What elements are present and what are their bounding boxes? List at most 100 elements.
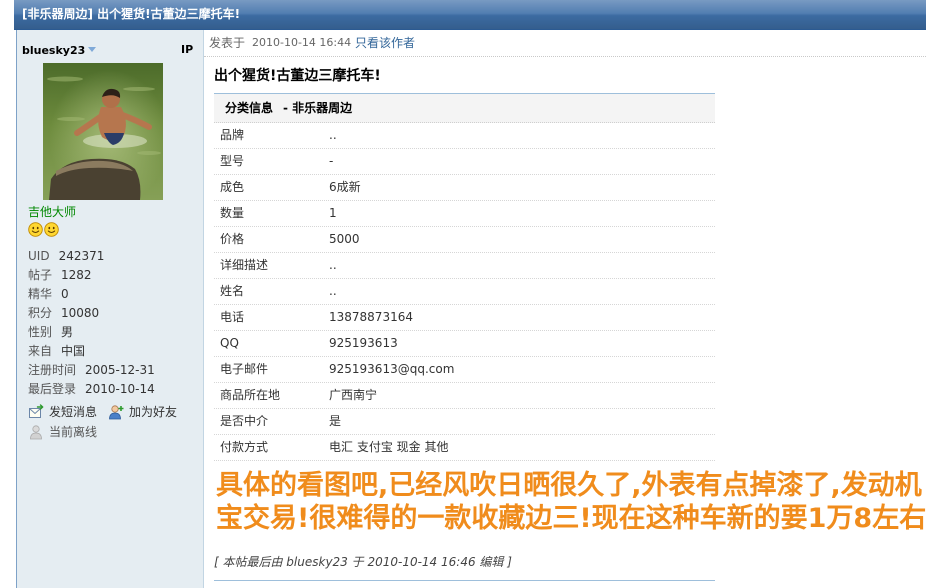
- stat-label: 最后登录: [28, 382, 77, 396]
- info-row-name: 姓名..: [214, 279, 715, 305]
- stat-value: 2010-10-14: [85, 382, 155, 396]
- author-ip-link[interactable]: IP: [181, 43, 193, 57]
- stat-last-login: 最后登录 2010-10-14: [28, 380, 155, 399]
- info-row-payment: 付款方式 电汇 支付宝 现金 其他: [214, 435, 715, 461]
- info-label: 电话: [220, 310, 245, 324]
- info-label: QQ: [220, 336, 239, 350]
- post-body: 具体的看图吧,已经风吹日晒很久了,外表有点掉漆了,发动机 宝交易!很难得的一款收…: [216, 469, 926, 535]
- rank-stars: [28, 222, 60, 237]
- info-row-phone: 电话 13878873164: [214, 305, 715, 331]
- info-value: ..: [329, 128, 337, 142]
- info-row-price: 价格 5000: [214, 227, 715, 253]
- stat-value: 10080: [61, 306, 100, 320]
- info-label: 姓名: [220, 284, 245, 298]
- posted-time: 2010-10-14 16:44: [252, 36, 352, 49]
- info-value: 13878873164: [329, 310, 413, 324]
- stat-value: 中国: [61, 344, 86, 358]
- info-value: 电汇 支付宝 现金 其他: [329, 440, 449, 454]
- info-value: 5000: [329, 232, 360, 246]
- info-label: 详细描述: [220, 258, 269, 272]
- stat-value: 男: [61, 325, 74, 339]
- stat-value: 2005-12-31: [85, 363, 155, 377]
- post-body-line: 具体的看图吧,已经风吹日晒很久了,外表有点掉漆了,发动机: [216, 470, 922, 501]
- last-edit-note: [ 本帖最后由 bluesky23 于 2010-10-14 16:46 编辑 …: [214, 555, 512, 569]
- info-value: 925193613: [329, 336, 398, 350]
- author-username[interactable]: bluesky23: [22, 44, 85, 57]
- info-table-category: - 非乐器周边: [283, 101, 353, 115]
- stat-uid: UID 242371: [28, 247, 155, 266]
- info-value: ..: [329, 258, 337, 272]
- post-title: 出个猩货!古董边三摩托车!: [214, 68, 381, 84]
- stat-register-date: 注册时间 2005-12-31: [28, 361, 155, 380]
- user-group: 吉他大师: [28, 205, 77, 219]
- post-body-line: 宝交易!很难得的一款收藏边三!现在这种车新的要1万8左右: [216, 503, 926, 534]
- smiley-icon: [44, 222, 59, 237]
- info-row-email: 电子邮件 925193613@qq.com: [214, 357, 715, 383]
- stat-label: 精华: [28, 287, 53, 301]
- info-value: 是: [329, 414, 342, 428]
- author-name-row[interactable]: bluesky23: [22, 43, 97, 57]
- chevron-down-icon[interactable]: [88, 47, 97, 52]
- only-author-link[interactable]: 只看该作者: [355, 36, 415, 50]
- thread-header-bar: [非乐器周边] 出个猩货!古董边三摩托车!: [14, 0, 926, 30]
- info-table-heading: 分类信息: [225, 101, 274, 115]
- author-sidebar: bluesky23 IP 吉他大师 UID 242371 帖子 1282 精华 …: [16, 30, 204, 588]
- info-label: 是否中介: [220, 414, 269, 428]
- offline-user-icon: [30, 425, 42, 440]
- thread-title: [非乐器周边] 出个猩货!古董边三摩托车!: [22, 7, 241, 21]
- author-stats: UID 242371 帖子 1282 精华 0 积分 10080 性别男 来自 中国 注册…: [28, 247, 155, 399]
- info-value: -: [329, 154, 334, 168]
- info-label: 成色: [220, 180, 245, 194]
- info-value: 6成新: [329, 180, 361, 194]
- stat-value: 242371: [58, 249, 105, 263]
- info-label: 数量: [220, 206, 245, 220]
- stat-digest: 精华 0: [28, 285, 155, 304]
- info-row-location: 商品所在地 广西南宁: [214, 383, 715, 409]
- info-row-qq: QQ 925193613: [214, 331, 715, 357]
- add-friend-icon[interactable]: [108, 404, 124, 420]
- posted-label: 发表于: [209, 36, 246, 50]
- stat-label: 来自: [28, 344, 53, 358]
- post-info-divider: [204, 56, 926, 57]
- envelope-icon[interactable]: [28, 404, 44, 420]
- stat-posts: 帖子 1282: [28, 266, 155, 285]
- info-label: 型号: [220, 154, 245, 168]
- post-content: 发表于 2010-10-14 16:44 只看该作者 出个猩货!古董边三摩托车!…: [204, 30, 926, 588]
- stat-label: 帖子: [28, 268, 53, 282]
- stat-label: 注册时间: [28, 363, 77, 377]
- info-row-condition: 成色 6成新: [214, 175, 715, 201]
- info-label: 电子邮件: [220, 362, 269, 376]
- info-value: 925193613@qq.com: [329, 362, 455, 376]
- post-bottom-divider: [214, 580, 715, 581]
- stat-credits: 积分 10080: [28, 304, 155, 323]
- info-label: 付款方式: [220, 440, 269, 454]
- online-status-label: 当前离线: [49, 425, 98, 439]
- info-table-header: 分类信息 - 非乐器周边: [214, 94, 715, 123]
- stat-location: 来自 中国: [28, 342, 155, 361]
- stat-label: UID: [28, 249, 50, 263]
- post-info-bar: 发表于 2010-10-14 16:44 只看该作者: [204, 36, 926, 50]
- classified-info-table: 分类信息 - 非乐器周边 品牌.. 型号 - 成色 6成新 数量 1 价格 5000 详细…: [214, 93, 715, 461]
- send-message-label[interactable]: 发短消息: [49, 404, 97, 420]
- info-label: 品牌: [220, 128, 245, 142]
- stat-label: 性别: [28, 325, 53, 339]
- avatar[interactable]: [43, 63, 163, 200]
- smiley-icon: [28, 222, 43, 237]
- info-row-description: 详细描述..: [214, 253, 715, 279]
- info-label: 价格: [220, 232, 245, 246]
- info-row-agent: 是否中介 是: [214, 409, 715, 435]
- info-row-quantity: 数量 1: [214, 201, 715, 227]
- info-value: ..: [329, 284, 337, 298]
- info-value: 广西南宁: [329, 388, 378, 402]
- author-actions: 发短消息 加为好友: [28, 404, 198, 420]
- info-row-brand: 品牌..: [214, 123, 715, 149]
- add-friend-label[interactable]: 加为好友: [129, 404, 177, 420]
- stat-gender: 性别男: [28, 323, 155, 342]
- info-label: 商品所在地: [220, 388, 281, 402]
- stat-value: 1282: [61, 268, 92, 282]
- online-status: 当前离线: [28, 424, 148, 440]
- info-value: 1: [329, 206, 337, 220]
- info-row-model: 型号 -: [214, 149, 715, 175]
- stat-label: 积分: [28, 306, 53, 320]
- stat-value: 0: [61, 287, 69, 301]
